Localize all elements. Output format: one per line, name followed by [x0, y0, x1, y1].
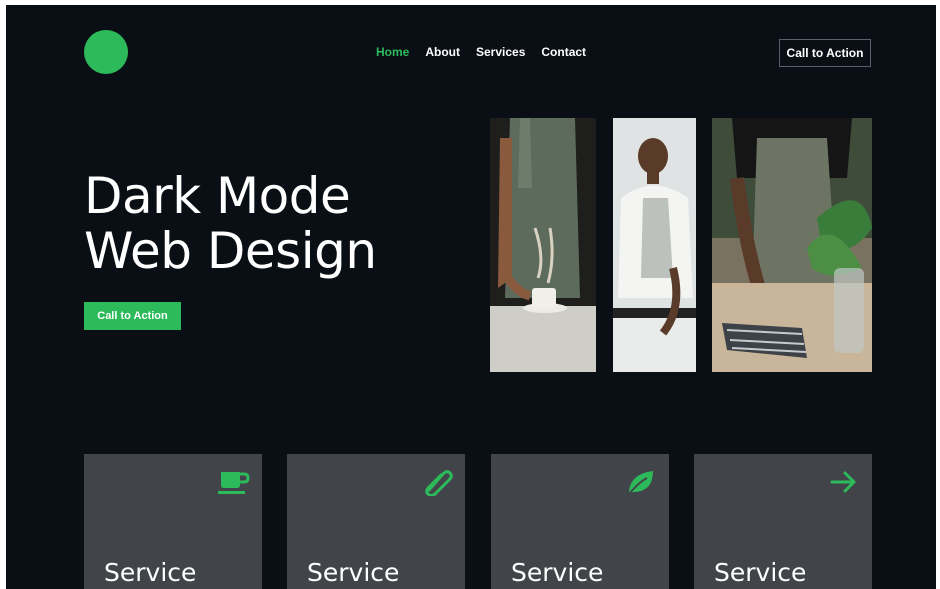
logo[interactable] [84, 30, 128, 74]
service-label: Service [104, 558, 197, 587]
page: Home About Services Contact Call to Acti… [6, 5, 936, 589]
service-card[interactable]: Service [287, 454, 465, 589]
service-card[interactable]: Service [491, 454, 669, 589]
photo-smiling-server [613, 118, 696, 372]
hero-title: Dark Mode Web Design [84, 169, 377, 279]
arrow-right-icon [828, 468, 860, 496]
hero-title-line-2: Web Design [84, 222, 377, 280]
hero-cta-button[interactable]: Call to Action [84, 302, 181, 330]
header-cta-button[interactable]: Call to Action [779, 39, 871, 67]
paperclip-icon [421, 468, 453, 497]
service-card[interactable]: Service [84, 454, 262, 589]
service-label: Service [714, 558, 807, 587]
leaf-icon [625, 468, 657, 496]
nav-services[interactable]: Services [476, 45, 525, 59]
nav-home[interactable]: Home [376, 45, 409, 59]
nav-contact[interactable]: Contact [541, 45, 586, 59]
service-card[interactable]: Service [694, 454, 872, 589]
service-label: Service [307, 558, 400, 587]
photo-barista-cup [490, 118, 596, 372]
service-label: Service [511, 558, 604, 587]
nav-about[interactable]: About [425, 45, 460, 59]
coffee-cup-icon [218, 468, 250, 496]
main-nav: Home About Services Contact [376, 45, 586, 59]
photo-wiping-table [712, 118, 872, 372]
hero-title-line-1: Dark Mode [84, 167, 351, 225]
